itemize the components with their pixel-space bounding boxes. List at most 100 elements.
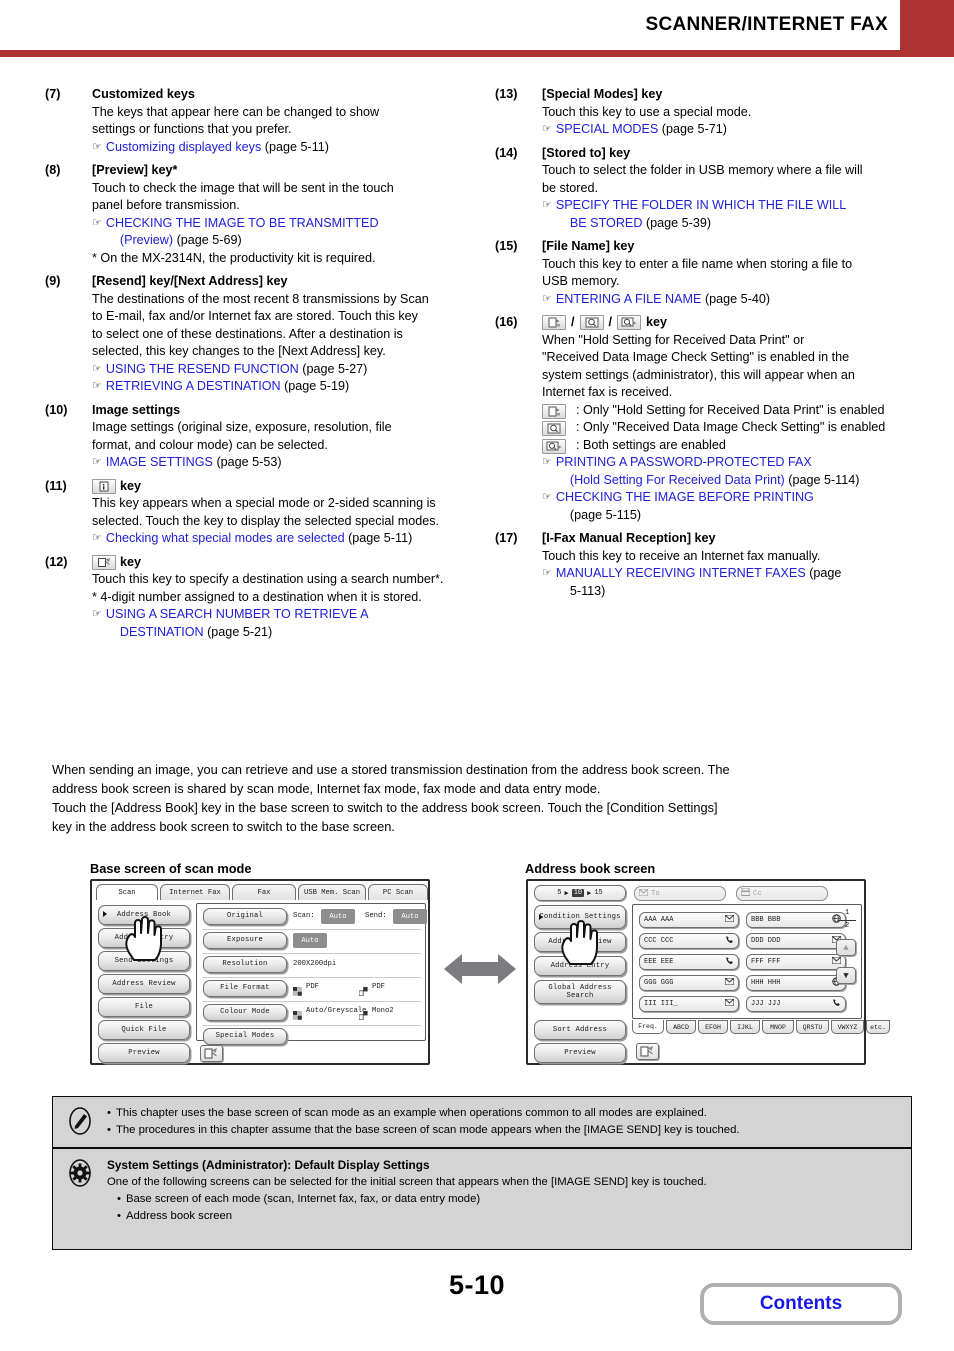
item-text-line: Touch to check the image that will be se… [92,180,394,195]
base-btn-quick-file[interactable]: Quick File [98,1020,190,1040]
reference-link[interactable]: RETRIEVING A DESTINATION [106,379,281,393]
address-cell-aaa[interactable]: AAA AAA [639,912,739,928]
setting-btn-colour-mode[interactable]: Colour Mode [203,1004,287,1021]
count-option-10-selected[interactable]: 10 [571,889,585,897]
reference-link[interactable]: USING A SEARCH NUMBER TO RETRIEVE A [106,607,369,621]
alpha-tab-mnop[interactable]: MNOP [762,1020,794,1034]
address-cell-ddd[interactable]: DDD DDD [746,933,846,949]
scroll-down-button[interactable]: ▼ [836,967,856,984]
scroll-up-button[interactable]: ▲ [836,939,856,956]
alpha-tab-qrstu[interactable]: QRSTU [796,1020,829,1034]
alpha-tab-freq[interactable]: Freq. [632,1020,664,1034]
search-number-icon [92,554,116,570]
pointing-hand-icon: ☞ [542,567,552,579]
ab-btn-preview[interactable]: Preview [534,1043,626,1063]
address-cell-iii[interactable]: III III_ [639,996,739,1012]
hand-cursor-icon [556,917,602,970]
tab-internet-fax[interactable]: Internet Fax [160,884,230,900]
reference-link-cont[interactable]: (Preview) [106,233,173,247]
pencil-note-icon [66,1107,94,1135]
contents-button[interactable]: Contents [700,1283,902,1325]
reference-link[interactable]: PRINTING A PASSWORD-PROTECTED FAX [556,455,812,469]
base-search-number-icon[interactable] [200,1045,223,1062]
cross-reference: ☞ Customizing displayed keys (page 5-11) [92,139,465,157]
cross-reference: ☞ ENTERING A FILE NAME (page 5-40) [542,291,915,309]
address-name: III III_ [644,1000,678,1008]
phone-icon [725,956,734,968]
cc-field[interactable]: Cc [736,886,828,901]
base-btn-preview[interactable]: Preview [98,1043,190,1063]
address-cell-eee[interactable]: EEE EEE [639,954,739,970]
paragraph-line: When sending an image, you can retrieve … [52,762,730,777]
count-option-5[interactable]: 5 [557,889,561,897]
ab-btn-global-address-search[interactable]: Global Address Search [534,980,626,1004]
reference-link[interactable]: ENTERING A FILE NAME [556,292,702,306]
item-text-line: Internet fax is received. [542,385,673,399]
reference-page: (page 5-21) [207,624,273,639]
row-divider [203,1025,421,1026]
address-cell-jjj[interactable]: JJJ JJJ [746,996,846,1012]
setting-btn-special-modes[interactable]: Special Modes [203,1028,287,1045]
tab-pc-scan[interactable]: PC Scan [368,884,428,900]
count-option-15[interactable]: 15 [594,889,602,897]
pointing-hand-icon: ☞ [92,456,102,468]
note-bullet: • The procedures in this chapter assume … [107,1122,901,1139]
reference-link[interactable]: SPECIAL MODES [556,122,658,136]
item-text-line: to E-mail, fax and/or Internet fax are s… [92,309,418,323]
item-text-line: system settings (administrator), this wi… [542,367,855,382]
tab-scan[interactable]: Scan [96,884,158,900]
tab-fax[interactable]: Fax [232,884,296,900]
address-cell-fff[interactable]: FFF FFF [746,954,846,970]
reference-link[interactable]: MANUALLY RECEIVING INTERNET FAXES [556,566,806,580]
to-field[interactable]: To [634,886,726,901]
item-text-line: "Received Data Image Check Setting" is e… [542,350,850,364]
item-9: (9) [Resend] key/[Next Address] key The … [45,273,465,396]
alpha-tab-abcd[interactable]: ABCD [666,1020,696,1034]
setting-btn-original[interactable]: Original [203,908,287,925]
base-btn-address-review[interactable]: Address Review [98,974,190,994]
ab-btn-sort-address[interactable]: Sort Address [534,1020,626,1040]
base-screen-panel: Scan Internet Fax Fax USB Mem. Scan PC S… [90,879,430,1065]
row-divider [203,929,421,930]
cross-reference: ☞ MANUALLY RECEIVING INTERNET FAXES (pag… [542,565,915,600]
scan-value[interactable]: Auto [321,909,355,924]
address-cell-ccc[interactable]: CCC CCC [639,933,739,949]
cross-reference: ☞ IMAGE SETTINGS (page 5-53) [92,454,465,472]
reference-link[interactable]: USING THE RESEND FUNCTION [106,362,299,376]
item-title: [Special Modes] key [542,87,663,101]
reference-link[interactable]: CHECKING THE IMAGE TO BE TRANSMITTED [106,216,379,230]
item-text-line: Touch this key to specify a destination … [92,572,444,586]
display-count-selector[interactable]: 5 ▶ 10 ▶ 15 [534,885,626,901]
item-title: [Stored to] key [542,145,631,160]
ab-search-number-icon[interactable] [636,1043,659,1060]
tab-usb-mem-scan[interactable]: USB Mem. Scan [298,884,366,900]
alpha-tab-etc[interactable]: etc. [866,1020,890,1034]
setting-btn-exposure[interactable]: Exposure [203,932,287,949]
alpha-tab-efgh[interactable]: EFGH [698,1020,728,1034]
reference-link-cont[interactable]: BE STORED [556,216,643,230]
setting-btn-file-format[interactable]: File Format [203,980,287,997]
address-cell-bbb[interactable]: BBB BBB [746,912,846,928]
address-cell-hhh[interactable]: HHH HHH [746,975,846,991]
phone-icon [832,998,841,1010]
exposure-value[interactable]: Auto [293,933,327,948]
reference-link[interactable]: SPECIFY THE FOLDER IN WHICH THE FILE WIL… [556,198,846,212]
alpha-tab-vwxyz[interactable]: VWXYZ [831,1020,864,1034]
setting-btn-resolution[interactable]: Resolution [203,956,287,973]
reference-link-cont[interactable]: DESTINATION [106,625,204,639]
base-btn-file[interactable]: File [98,997,190,1017]
alpha-tab-ijkl[interactable]: IJKL [730,1020,760,1034]
reference-link[interactable]: IMAGE SETTINGS [106,455,213,469]
address-name: HHH HHH [751,979,781,987]
reference-link[interactable]: CHECKING THE IMAGE BEFORE PRINTING [556,490,814,504]
item-7: (7) Customized keys The keys that appear… [45,86,465,156]
paragraph-line: address book screen is shared by scan mo… [52,781,601,796]
icon-description-text: : Only "Hold Setting for Received Data P… [576,402,885,417]
intro-paragraph: When sending an image, you can retrieve … [52,760,912,836]
reference-link[interactable]: Customizing displayed keys [106,140,261,154]
reference-link-cont[interactable]: (Hold Setting For Received Data Print) [556,473,785,487]
note-bullet: • This chapter uses the base screen of s… [107,1105,901,1122]
reference-link[interactable]: Checking what special modes are selected [106,531,345,545]
address-cell-ggg[interactable]: GGG GGG [639,975,739,991]
send-value[interactable]: Auto [393,909,427,924]
